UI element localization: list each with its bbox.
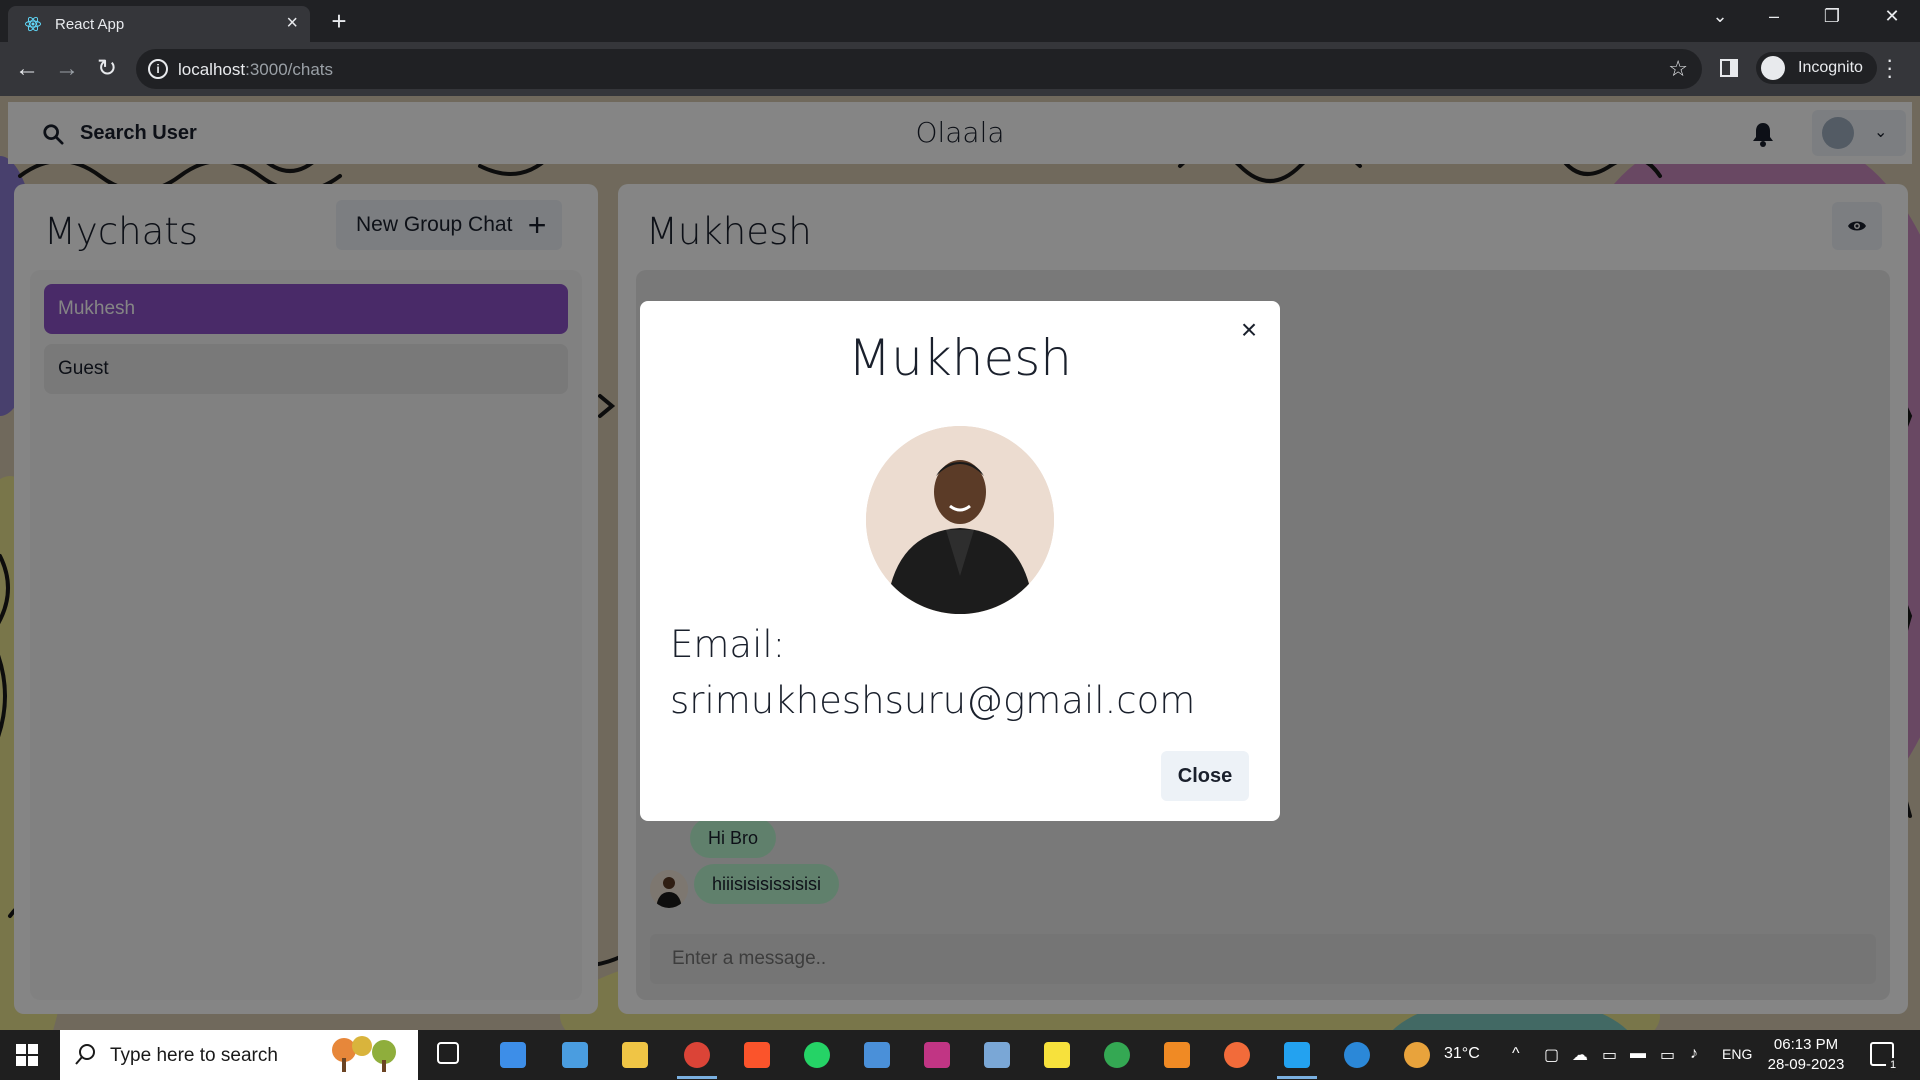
battery-icon[interactable]: ▬	[1630, 1045, 1646, 1063]
onedrive-icon[interactable]: ☁	[1572, 1045, 1588, 1065]
brave-icon[interactable]	[744, 1042, 770, 1068]
reload-icon[interactable]: ↻	[92, 54, 122, 84]
email-label: Email:	[670, 623, 786, 666]
react-logo-icon	[25, 16, 41, 32]
browser-menu-icon[interactable]: · · ·	[1886, 49, 1893, 87]
profile-modal: Mukhesh × Email: srimukheshsuru@gmail.co…	[640, 301, 1280, 821]
search-icon	[75, 1044, 95, 1065]
person-photo-icon	[866, 426, 1054, 614]
side-panel-icon[interactable]	[1720, 59, 1738, 77]
browser-tabstrip: React App × + ⌄ – ❐ ✕	[0, 0, 1920, 42]
minimize-icon[interactable]: –	[1754, 6, 1794, 27]
window-close-icon[interactable]: ✕	[1872, 6, 1912, 27]
browser-toolbar: ← → ↻ i localhost:3000/chats ☆ Incognito…	[0, 42, 1920, 96]
virtualbox-icon[interactable]	[984, 1042, 1010, 1068]
file-explorer-icon[interactable]	[622, 1042, 648, 1068]
notification-count: 1	[1886, 1058, 1900, 1072]
incognito-profile-button[interactable]: Incognito	[1756, 52, 1877, 84]
address-bar[interactable]: i localhost:3000/chats ☆	[136, 49, 1702, 89]
email-block: Email: srimukheshsuru@gmail.com	[670, 617, 1260, 729]
modal-title: Mukhesh	[848, 329, 1072, 387]
meet-icon[interactable]: ▢	[1544, 1045, 1559, 1065]
incognito-label: Incognito	[1798, 59, 1863, 76]
clock-date: 28-09-2023	[1767, 1056, 1845, 1073]
autumn-trees-icon	[332, 1036, 396, 1072]
profile-picture	[866, 426, 1054, 614]
site-info-icon[interactable]: i	[148, 59, 168, 79]
chrome-profile-icon[interactable]	[1104, 1042, 1130, 1068]
active-app-indicator	[677, 1076, 717, 1079]
clock-time: 06:13 PM	[1773, 1036, 1839, 1053]
temperature-text[interactable]: 31°C	[1444, 1045, 1480, 1063]
taskbar-search-placeholder: Type here to search	[110, 1045, 278, 1066]
calculator-icon[interactable]	[864, 1042, 890, 1068]
whatsapp-icon[interactable]	[804, 1042, 830, 1068]
taskbar-search-box[interactable]: Type here to search	[60, 1030, 418, 1080]
windows-taskbar: Type here to search 31°C ^ ▢ ☁ ▭ ▬ ▭ ♪ E…	[0, 1030, 1920, 1080]
vscode-icon[interactable]	[1284, 1042, 1310, 1068]
store-icon[interactable]	[500, 1042, 526, 1068]
volume-icon[interactable]: ♪	[1690, 1045, 1698, 1063]
task-view-icon[interactable]	[437, 1042, 459, 1064]
tab-title: React App	[55, 16, 125, 33]
restore-icon[interactable]: ❐	[1812, 6, 1852, 27]
notification-center-icon[interactable]: 1	[1870, 1042, 1900, 1072]
windows-start-icon[interactable]	[16, 1044, 38, 1066]
tab-close-icon[interactable]: ×	[286, 12, 298, 35]
postman-icon[interactable]	[1224, 1042, 1250, 1068]
network-icon[interactable]: ▭	[1602, 1045, 1617, 1065]
bookmark-star-icon[interactable]: ☆	[1668, 56, 1688, 82]
language-indicator[interactable]: ENG	[1722, 1046, 1752, 1062]
close-icon[interactable]: ×	[1232, 313, 1266, 347]
sticky-notes-icon[interactable]	[1044, 1042, 1070, 1068]
app-page: Search User Olaala ⌄ Mychats New Group C…	[0, 96, 1920, 1030]
browser-tab[interactable]: React App ×	[8, 6, 310, 42]
instagram-icon[interactable]	[924, 1042, 950, 1068]
chrome-icon[interactable]	[684, 1042, 710, 1068]
help-icon[interactable]	[1344, 1042, 1370, 1068]
close-button[interactable]: Close	[1161, 751, 1249, 801]
incognito-icon	[1761, 56, 1785, 80]
back-arrow-icon[interactable]: ←	[12, 54, 42, 84]
new-tab-button[interactable]: +	[325, 6, 353, 37]
weather-icon[interactable]	[1404, 1042, 1430, 1068]
computer-icon[interactable]	[562, 1042, 588, 1068]
vlc-icon[interactable]	[1164, 1042, 1190, 1068]
tab-search-chevron-icon[interactable]: ⌄	[1700, 6, 1740, 27]
active-app-indicator	[1277, 1076, 1317, 1079]
email-value: srimukheshsuru@gmail.com	[670, 679, 1196, 722]
system-clock[interactable]: 06:13 PM 28-09-2023	[1754, 1035, 1858, 1075]
url-text: localhost:3000/chats	[178, 60, 334, 79]
forward-arrow-icon[interactable]: →	[52, 54, 82, 84]
display-icon[interactable]: ▭	[1660, 1045, 1675, 1065]
chevron-up-icon[interactable]: ^	[1512, 1045, 1520, 1063]
